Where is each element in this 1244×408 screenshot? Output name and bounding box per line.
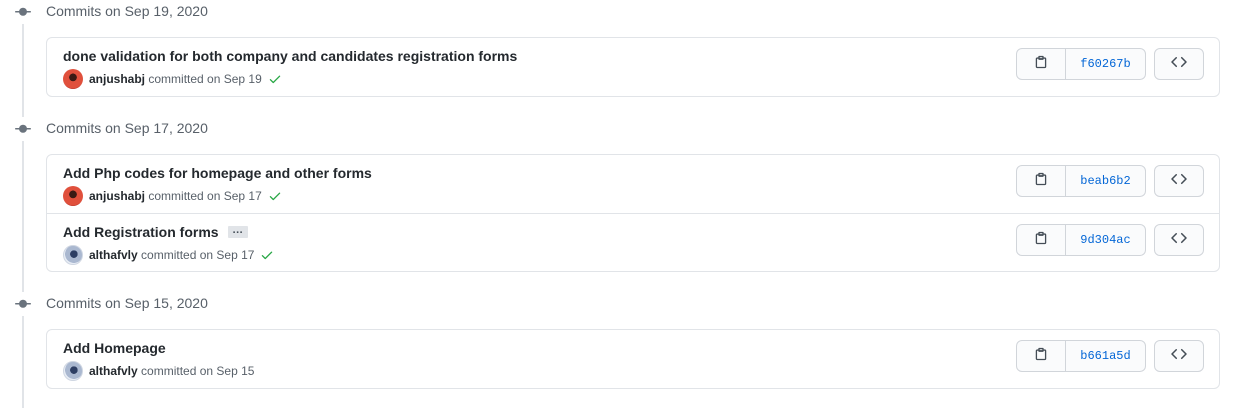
commit-sha-link[interactable]: 9d304ac [1066,225,1145,255]
code-icon [1171,230,1187,251]
commit-message[interactable]: Add Homepage [63,340,166,356]
clipboard-icon [1034,231,1048,250]
expand-message-button[interactable]: … [227,225,248,238]
sha-button-group: beab6b2 [1016,165,1146,197]
commit-row: Add Registration forms … althafvly commi… [47,213,1219,271]
avatar[interactable] [63,69,83,89]
commit-list: Add Php codes for homepage and other for… [46,154,1220,272]
avatar[interactable] [63,245,83,265]
commit-meta: althafvly committed on Sep 15 [63,361,254,381]
author-link[interactable]: anjushabj [89,72,145,86]
commit-date: committed on Sep 17 [148,189,262,203]
sha-button-group: b661a5d [1016,340,1146,372]
copy-sha-button[interactable] [1017,341,1066,371]
code-icon [1171,171,1187,192]
browse-repo-button[interactable] [1154,48,1204,80]
copy-sha-button[interactable] [1017,49,1066,79]
commit-message-link[interactable]: Add Registration forms … [63,224,248,240]
commit-list: done validation for both company and can… [46,37,1220,97]
check-icon[interactable] [260,248,274,262]
check-icon[interactable] [268,72,282,86]
commit-row: Add Homepage althafvly committed on Sep … [47,330,1219,388]
author-link[interactable]: althafvly [89,364,138,378]
commit-date: committed on Sep 15 [141,364,255,378]
git-commit-icon [14,0,32,24]
commit-message[interactable]: Add Registration forms [63,224,219,240]
check-icon[interactable] [268,189,282,203]
commit-row: done validation for both company and can… [47,38,1219,96]
avatar[interactable] [63,186,83,206]
group-date-title: Commits on Sep 15, 2020 [46,295,208,311]
git-commit-icon [14,292,32,316]
commit-sha-link[interactable]: b661a5d [1066,341,1145,371]
code-icon [1171,54,1187,75]
commit-meta: anjushabj committed on Sep 17 [63,186,282,206]
commit-message[interactable]: Add Php codes for homepage and other for… [63,165,372,181]
group-date-title: Commits on Sep 19, 2020 [46,3,208,19]
commit-message-link[interactable]: Add Homepage [63,340,166,356]
browse-repo-button[interactable] [1154,224,1204,256]
sha-button-group: 9d304ac [1016,224,1146,256]
sha-button-group: f60267b [1016,48,1146,80]
commit-list: Add Homepage althafvly committed on Sep … [46,329,1220,389]
avatar[interactable] [63,361,83,381]
commit-date: committed on Sep 17 [141,248,255,262]
timeline-line [22,0,24,408]
clipboard-icon [1034,55,1048,74]
commit-meta: anjushabj committed on Sep 19 [63,69,282,89]
author-link[interactable]: althafvly [89,248,138,262]
commit-meta: althafvly committed on Sep 17 [63,245,274,265]
commit-sha-link[interactable]: f60267b [1066,49,1145,79]
commit-message[interactable]: done validation for both company and can… [63,48,517,64]
author-link[interactable]: anjushabj [89,189,145,203]
commit-message-link[interactable]: Add Php codes for homepage and other for… [63,165,372,181]
commit-row: Add Php codes for homepage and other for… [47,155,1219,213]
clipboard-icon [1034,172,1048,191]
commit-message-link[interactable]: done validation for both company and can… [63,48,517,64]
copy-sha-button[interactable] [1017,225,1066,255]
browse-repo-button[interactable] [1154,340,1204,372]
git-commit-icon [14,117,32,141]
clipboard-icon [1034,347,1048,366]
group-date-title: Commits on Sep 17, 2020 [46,120,208,136]
browse-repo-button[interactable] [1154,165,1204,197]
code-icon [1171,346,1187,367]
commit-date: committed on Sep 19 [148,72,262,86]
copy-sha-button[interactable] [1017,166,1066,196]
commit-sha-link[interactable]: beab6b2 [1066,166,1145,196]
